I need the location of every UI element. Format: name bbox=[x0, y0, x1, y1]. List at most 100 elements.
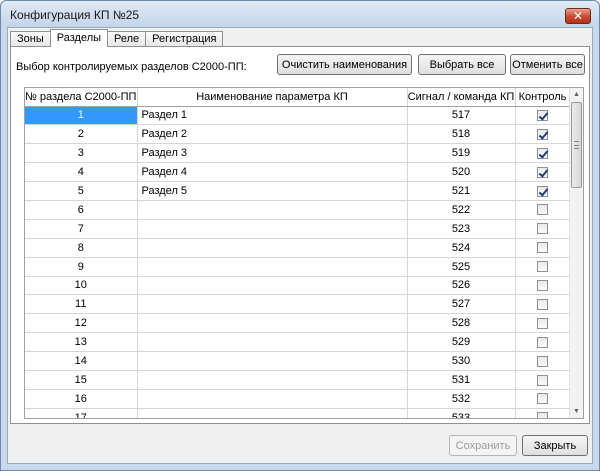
close-button[interactable]: Закрыть bbox=[522, 435, 588, 456]
partition-number-cell[interactable]: 4 bbox=[25, 162, 138, 183]
partition-number-cell[interactable]: 13 bbox=[25, 332, 138, 353]
signal-command-cell[interactable]: 527 bbox=[407, 294, 516, 315]
parameter-name-cell[interactable] bbox=[137, 219, 408, 239]
signal-command-cell[interactable]: 528 bbox=[407, 313, 516, 334]
partition-number-cell[interactable]: 15 bbox=[25, 370, 138, 390]
parameter-name-cell[interactable] bbox=[137, 276, 408, 296]
col-header-partition-number[interactable]: № раздела С2000-ПП bbox=[25, 88, 138, 107]
table-row[interactable]: 16 532 bbox=[25, 389, 571, 409]
signal-command-cell[interactable]: 533 bbox=[407, 408, 516, 418]
table-row[interactable]: 6 522 bbox=[25, 200, 571, 220]
signal-command-cell[interactable]: 529 bbox=[407, 332, 516, 353]
vertical-scrollbar[interactable]: ▲ ▼ bbox=[569, 88, 583, 418]
signal-command-cell[interactable]: 525 bbox=[407, 257, 516, 277]
signal-command-cell[interactable]: 524 bbox=[407, 238, 516, 258]
partition-number-cell[interactable]: 7 bbox=[25, 219, 138, 239]
tab-registration[interactable]: Регистрация bbox=[145, 31, 224, 47]
signal-command-cell[interactable]: 522 bbox=[407, 200, 516, 220]
signal-command-cell[interactable]: 531 bbox=[407, 370, 516, 390]
signal-command-cell[interactable]: 526 bbox=[407, 276, 516, 296]
table-row[interactable]: 11 527 bbox=[25, 294, 571, 315]
tab-relays[interactable]: Реле bbox=[107, 31, 147, 47]
partition-number-cell[interactable]: 6 bbox=[25, 200, 138, 220]
control-checkbox[interactable] bbox=[537, 128, 548, 140]
signal-command-cell[interactable]: 517 bbox=[407, 106, 516, 126]
scroll-down-arrow-icon[interactable]: ▼ bbox=[570, 405, 583, 418]
parameter-name-cell[interactable] bbox=[137, 294, 408, 315]
table-row[interactable]: 10 526 bbox=[25, 276, 571, 296]
signal-command-cell[interactable]: 532 bbox=[407, 389, 516, 409]
control-checkbox[interactable] bbox=[537, 280, 548, 292]
parameter-name-cell[interactable] bbox=[137, 200, 408, 220]
partition-number-cell[interactable]: 1 bbox=[25, 106, 138, 126]
control-checkbox[interactable] bbox=[537, 393, 548, 405]
parameter-name-cell[interactable] bbox=[137, 313, 408, 334]
scroll-up-arrow-icon[interactable]: ▲ bbox=[570, 88, 583, 101]
col-header-signal-command[interactable]: Сигнал / команда КП bbox=[407, 88, 516, 107]
parameter-name-cell[interactable]: Раздел 1 bbox=[137, 106, 408, 126]
table-row[interactable]: 8 524 bbox=[25, 238, 571, 258]
deselect-all-button[interactable]: Отменить все bbox=[510, 54, 585, 75]
control-checkbox[interactable] bbox=[537, 147, 548, 159]
save-button[interactable]: Сохранить bbox=[449, 435, 517, 456]
partition-number-cell[interactable]: 5 bbox=[25, 181, 138, 201]
partition-number-cell[interactable]: 2 bbox=[25, 124, 138, 145]
parameter-name-cell[interactable]: Раздел 2 bbox=[137, 124, 408, 145]
partition-number-cell[interactable]: 3 bbox=[25, 143, 138, 164]
tab-zones[interactable]: Зоны bbox=[10, 31, 51, 47]
parameter-name-cell[interactable] bbox=[137, 408, 408, 418]
table-row[interactable]: 4 Раздел 4 520 bbox=[25, 162, 571, 183]
control-checkbox[interactable] bbox=[537, 317, 548, 329]
col-header-parameter-name[interactable]: Наименование параметра КП bbox=[137, 88, 408, 107]
parameter-name-cell[interactable] bbox=[137, 370, 408, 390]
col-header-control[interactable]: Контроль bbox=[515, 88, 571, 107]
partition-number-cell[interactable]: 8 bbox=[25, 238, 138, 258]
control-checkbox[interactable] bbox=[537, 166, 548, 178]
control-checkbox[interactable] bbox=[537, 412, 548, 418]
table-row[interactable]: 2 Раздел 2 518 bbox=[25, 124, 571, 145]
title-bar[interactable]: Конфигурация КП №25 ✕ bbox=[1, 1, 599, 27]
table-row[interactable]: 1 Раздел 1 517 bbox=[25, 106, 571, 126]
table-row[interactable]: 15 531 bbox=[25, 370, 571, 390]
partition-number-cell[interactable]: 9 bbox=[25, 257, 138, 277]
partition-number-cell[interactable]: 10 bbox=[25, 276, 138, 296]
table-row[interactable]: 12 528 bbox=[25, 313, 571, 334]
parameter-name-cell[interactable] bbox=[137, 332, 408, 353]
partition-number-cell[interactable]: 14 bbox=[25, 351, 138, 371]
signal-command-cell[interactable]: 523 bbox=[407, 219, 516, 239]
table-row[interactable]: 5 Раздел 5 521 bbox=[25, 181, 571, 201]
parameter-name-cell[interactable]: Раздел 5 bbox=[137, 181, 408, 201]
table-row[interactable]: 9 525 bbox=[25, 257, 571, 277]
control-checkbox[interactable] bbox=[537, 336, 548, 348]
control-checkbox[interactable] bbox=[537, 223, 548, 235]
control-checkbox[interactable] bbox=[537, 261, 548, 273]
partition-number-cell[interactable]: 12 bbox=[25, 313, 138, 334]
parameter-name-cell[interactable] bbox=[137, 389, 408, 409]
signal-command-cell[interactable]: 521 bbox=[407, 181, 516, 201]
table-row[interactable]: 7 523 bbox=[25, 219, 571, 239]
select-all-button[interactable]: Выбрать все bbox=[418, 54, 506, 75]
signal-command-cell[interactable]: 519 bbox=[407, 143, 516, 164]
control-checkbox[interactable] bbox=[537, 110, 548, 122]
table-row[interactable]: 3 Раздел 3 519 bbox=[25, 143, 571, 164]
control-checkbox[interactable] bbox=[537, 374, 548, 386]
scrollbar-thumb[interactable] bbox=[571, 102, 582, 188]
table-row[interactable]: 14 530 bbox=[25, 351, 571, 371]
partition-number-cell[interactable]: 16 bbox=[25, 389, 138, 409]
tab-partitions[interactable]: Разделы bbox=[49, 29, 109, 47]
partition-number-cell[interactable]: 17 bbox=[25, 408, 138, 418]
signal-command-cell[interactable]: 518 bbox=[407, 124, 516, 145]
partition-number-cell[interactable]: 11 bbox=[25, 294, 138, 315]
close-window-button[interactable]: ✕ bbox=[565, 8, 591, 24]
parameter-name-cell[interactable] bbox=[137, 351, 408, 371]
signal-command-cell[interactable]: 530 bbox=[407, 351, 516, 371]
parameter-name-cell[interactable] bbox=[137, 257, 408, 277]
control-checkbox[interactable] bbox=[537, 204, 548, 216]
clear-names-button[interactable]: Очистить наименования bbox=[277, 54, 412, 75]
parameter-name-cell[interactable] bbox=[137, 238, 408, 258]
control-checkbox[interactable] bbox=[537, 242, 548, 254]
parameter-name-cell[interactable]: Раздел 3 bbox=[137, 143, 408, 164]
parameter-name-cell[interactable]: Раздел 4 bbox=[137, 162, 408, 183]
control-checkbox[interactable] bbox=[537, 298, 548, 310]
table-row[interactable]: 17 533 bbox=[25, 408, 571, 418]
